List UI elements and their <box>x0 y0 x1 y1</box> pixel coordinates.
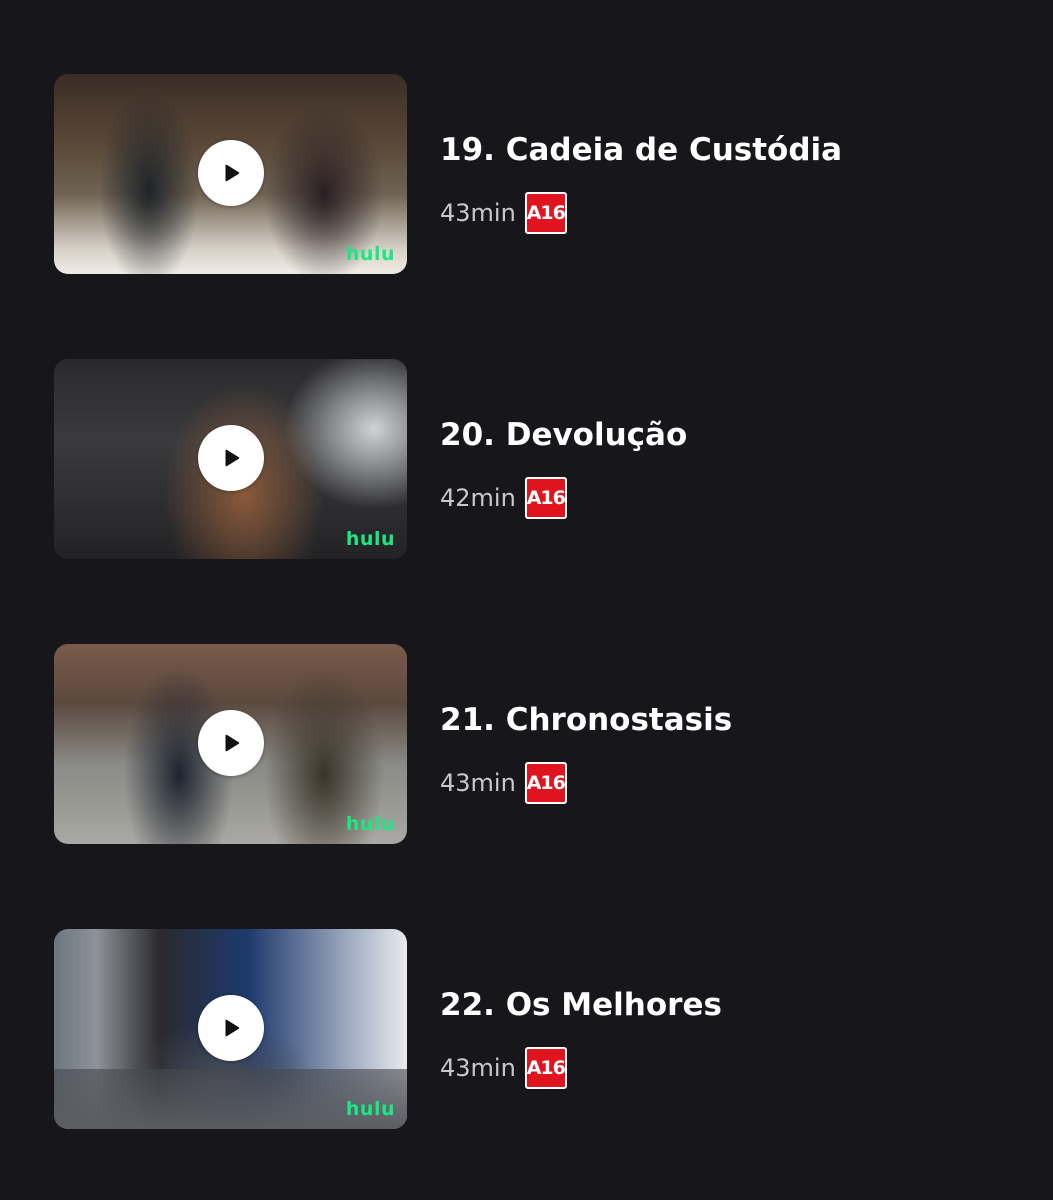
episode-item[interactable]: hulu 20. Devolução 42min A16 <box>54 359 1014 559</box>
hulu-logo: hulu <box>345 528 395 550</box>
play-icon <box>225 449 240 467</box>
episode-meta: 43min A16 <box>440 1047 567 1089</box>
play-button[interactable] <box>198 425 264 491</box>
hulu-logo: hulu <box>345 1098 395 1120</box>
play-icon <box>225 734 240 752</box>
play-button[interactable] <box>198 710 264 776</box>
play-icon <box>225 1019 240 1037</box>
episode-duration: 42min <box>440 484 516 512</box>
episode-thumbnail[interactable]: hulu <box>54 929 407 1129</box>
episode-title[interactable]: 21. Chronostasis <box>440 700 732 740</box>
episode-title[interactable]: 19. Cadeia de Custódia <box>440 130 842 170</box>
episode-title[interactable]: 22. Os Melhores <box>440 985 722 1025</box>
play-button[interactable] <box>198 140 264 206</box>
hulu-logo: hulu <box>345 243 395 265</box>
episode-title[interactable]: 20. Devolução <box>440 415 687 455</box>
episode-list: hulu 19. Cadeia de Custódia 43min A16 hu… <box>0 0 1053 1200</box>
play-button[interactable] <box>198 995 264 1061</box>
age-rating-badge: A16 <box>524 192 567 234</box>
episode-thumbnail[interactable]: hulu <box>54 644 407 844</box>
play-icon <box>225 164 240 182</box>
episode-meta: 43min A16 <box>440 192 567 234</box>
age-rating-badge: A16 <box>524 1047 567 1089</box>
episode-item[interactable]: hulu 21. Chronostasis 43min A16 <box>54 644 1014 844</box>
episode-thumbnail[interactable]: hulu <box>54 74 407 274</box>
episode-meta: 42min A16 <box>440 477 567 519</box>
episode-meta: 43min A16 <box>440 762 567 804</box>
episode-duration: 43min <box>440 769 516 797</box>
episode-duration: 43min <box>440 199 516 227</box>
age-rating-badge: A16 <box>524 762 567 804</box>
hulu-logo: hulu <box>345 813 395 835</box>
episode-duration: 43min <box>440 1054 516 1082</box>
episode-item[interactable]: hulu 19. Cadeia de Custódia 43min A16 <box>54 74 1014 274</box>
age-rating-badge: A16 <box>524 477 567 519</box>
episode-thumbnail[interactable]: hulu <box>54 359 407 559</box>
episode-item[interactable]: hulu 22. Os Melhores 43min A16 <box>54 929 1014 1129</box>
